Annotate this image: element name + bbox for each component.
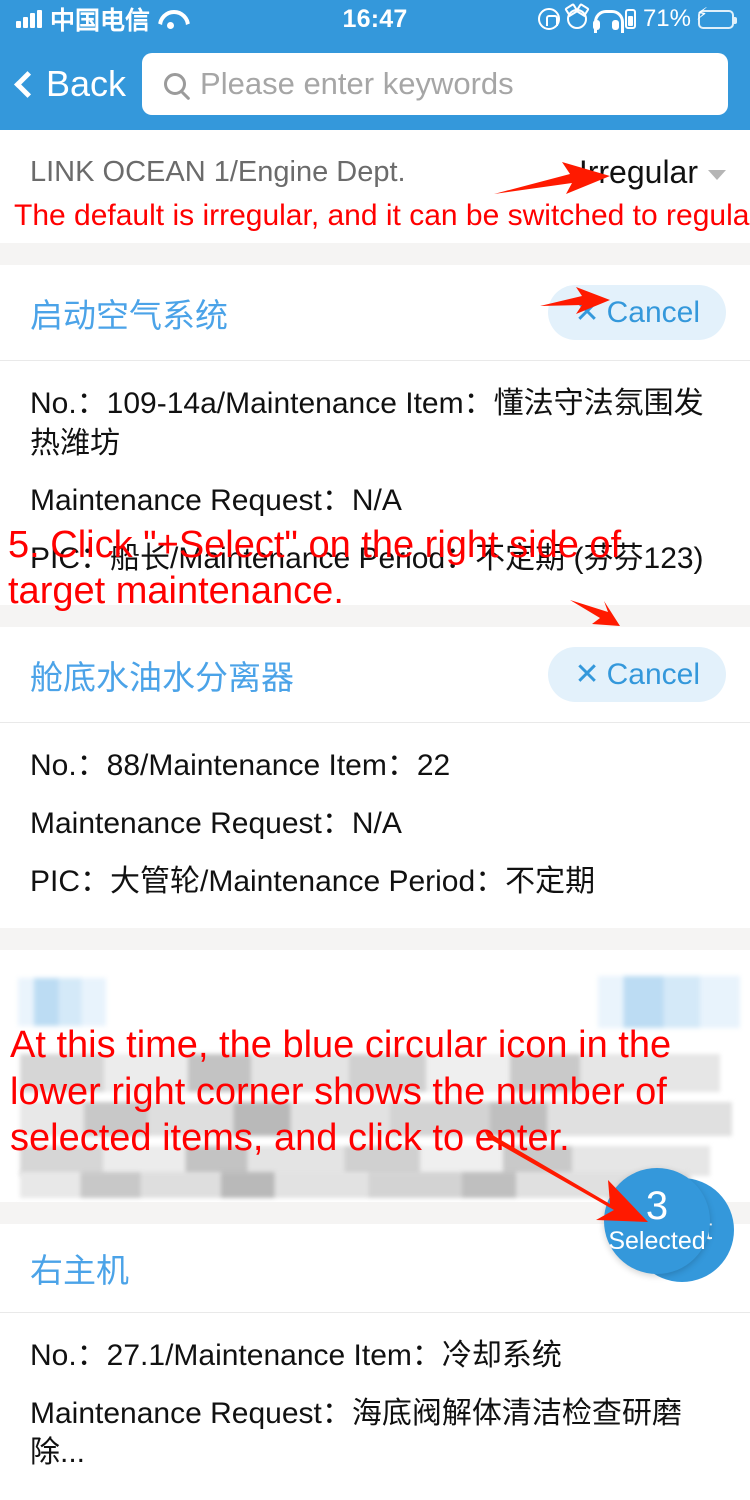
detail-row: No.：27.1/Maintenance Item：冷却系统 — [30, 1339, 562, 1373]
search-input[interactable]: Please enter keywords — [200, 66, 514, 102]
selected-count-label: Selected — [608, 1227, 706, 1256]
detail-row: Maintenance Request：海底阀解体清洁检查研磨除... — [30, 1396, 682, 1470]
close-icon: ✕ — [574, 296, 600, 329]
status-bar: 中国电信 16:47 71% ⚡ — [0, 0, 750, 38]
period-dropdown-value: Irregular — [578, 154, 698, 190]
wifi-icon — [158, 9, 182, 29]
redacted-cancel-button — [598, 976, 740, 1029]
annotation-step-5: 5. Click "+Select" on the right side of … — [8, 524, 622, 613]
redacted-block — [20, 1172, 690, 1199]
section-divider — [0, 928, 750, 951]
signal-bars-icon — [16, 10, 42, 28]
detail-row: PIC：大管轮/Maintenance Period：不定期 — [30, 864, 596, 898]
cancel-button-label: Cancel — [606, 657, 700, 691]
detail-row: Maintenance Request：N/A — [30, 806, 402, 840]
section-title: 启动空气系统 — [30, 296, 228, 334]
floating-selected-badge-group: t 3 Selected — [604, 1160, 734, 1282]
search-bar[interactable]: Please enter keywords — [142, 53, 728, 115]
section-divider — [0, 243, 750, 265]
close-icon: ✕ — [574, 658, 600, 692]
battery-percent-label: 71% — [642, 5, 691, 32]
vessel-label: LINK OCEAN 1/Engine Dept. — [30, 156, 406, 188]
annotation-step-note: At this time, the blue circular icon in … — [10, 1024, 672, 1159]
detail-row: No.：109-14a/Maintenance Item：懂法守法氛围发热潍坊 — [30, 387, 704, 460]
section-title: 舱底水油水分离器 — [30, 658, 294, 696]
section-header-2: 舱底水油水分离器 ✕ Cancel — [0, 627, 750, 723]
alarm-clock-icon — [566, 9, 587, 29]
chevron-down-icon — [708, 169, 726, 180]
vertical-battery-icon — [624, 9, 636, 29]
maintenance-detail-3: No.：27.1/Maintenance Item：冷却系统 Maintenan… — [0, 1313, 750, 1500]
status-bar-left: 中国电信 — [16, 1, 182, 37]
vessel-period-row: LINK OCEAN 1/Engine Dept. Irregular — [0, 130, 750, 197]
content-area: LINK OCEAN 1/Engine Dept. Irregular The … — [0, 130, 750, 1500]
navigation-bar: Back Please enter keywords — [0, 38, 750, 130]
chevron-left-icon — [14, 70, 41, 98]
rotation-lock-icon — [537, 8, 560, 30]
carrier-label: 中国电信 — [50, 7, 151, 35]
detail-row: No.：88/Maintenance Item：22 — [30, 749, 451, 783]
section-title: 右主机 — [30, 1252, 129, 1290]
period-dropdown[interactable]: Irregular — [579, 154, 726, 191]
headphones-icon — [592, 10, 624, 33]
section-header-1: 启动空气系统 ✕ Cancel — [0, 265, 750, 360]
selected-count-badge[interactable]: 3 Selected — [604, 1168, 710, 1274]
cancel-button-1[interactable]: ✕ Cancel — [548, 285, 726, 340]
cancel-button-2[interactable]: ✕ Cancel — [548, 647, 726, 703]
selected-count-value: 3 — [645, 1184, 669, 1229]
maintenance-detail-2: No.：88/Maintenance Item：22 Maintenance R… — [0, 723, 750, 928]
cancel-button-label: Cancel — [606, 295, 700, 329]
status-bar-right: 71% ⚡ — [537, 5, 737, 33]
search-icon — [164, 73, 187, 95]
redacted-block — [18, 978, 106, 1027]
back-button-label: Back — [46, 63, 127, 104]
annotation-note-top: The default is irregular, and it can be … — [14, 199, 750, 232]
battery-charging-icon: ⚡ — [696, 5, 737, 29]
back-button[interactable]: Back — [14, 63, 132, 105]
